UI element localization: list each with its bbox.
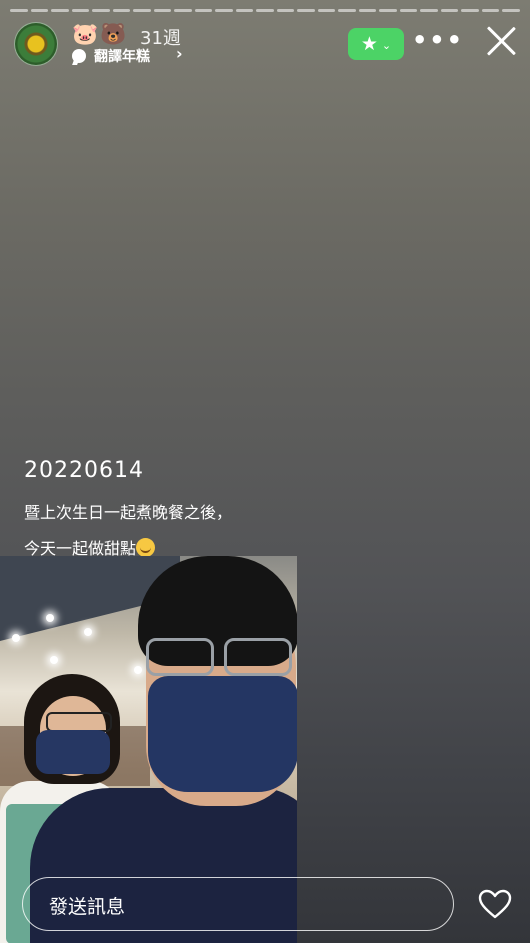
ceiling-light	[134, 666, 142, 674]
progress-segment	[502, 9, 520, 12]
progress-segment	[317, 9, 336, 12]
girl-mask	[36, 730, 110, 774]
glasses-lens	[146, 638, 214, 676]
progress-segment	[71, 9, 90, 12]
progress-segment	[420, 9, 438, 12]
guy-glasses	[144, 638, 294, 676]
story-subtitle[interactable]: 翻譯年糕	[94, 46, 150, 66]
message-input-placeholder: 發送訊息	[49, 896, 126, 918]
progress-segment	[440, 9, 459, 12]
smiling-face-emoji-icon	[136, 538, 156, 557]
progress-segment	[194, 9, 213, 12]
more-options-button[interactable]: •••	[412, 26, 464, 54]
progress-segment	[51, 9, 69, 12]
avatar[interactable]	[14, 22, 58, 66]
chevron-down-icon: ⌄	[381, 38, 392, 52]
girl-glasses	[46, 712, 112, 732]
progress-segment	[235, 9, 254, 12]
progress-segment	[10, 9, 28, 12]
caption-line-1: 暨上次生日一起煮晚餐之後，	[24, 503, 233, 522]
progress-segment	[30, 9, 49, 12]
story-caption: 20220614 暨上次生日一起煮晚餐之後， 今天一起做甜點	[24, 458, 324, 571]
progress-segment	[92, 9, 110, 12]
heart-icon[interactable]	[478, 889, 512, 919]
progress-segment	[358, 9, 377, 12]
message-input[interactable]: 發送訊息	[22, 877, 454, 931]
chat-bubble-icon	[72, 49, 86, 63]
progress-segment	[133, 9, 151, 12]
progress-segment	[379, 9, 397, 12]
glasses-lens	[224, 638, 292, 676]
close-button[interactable]	[486, 26, 516, 56]
progress-segment	[461, 9, 479, 12]
progress-segment	[256, 9, 274, 12]
ceiling-light	[84, 628, 92, 636]
ceiling-light	[12, 634, 20, 642]
progress-segment	[297, 9, 315, 12]
progress-segment	[153, 9, 172, 12]
user-emojis[interactable]: 🐷🐻	[72, 22, 128, 47]
progress-segment	[481, 9, 500, 12]
progress-segment	[338, 9, 356, 12]
star-icon: ★	[360, 33, 378, 55]
progress-segment	[112, 9, 131, 12]
caption-date: 20220614	[24, 458, 144, 483]
progress-segment	[399, 9, 418, 12]
ceiling-light	[46, 614, 54, 622]
story-progress-bar	[10, 9, 520, 12]
progress-segment	[174, 9, 192, 12]
chevron-right-icon[interactable]: ›	[176, 44, 183, 63]
story-header: 🐷🐻 31週 翻譯年糕 › ★ ⌄ •••	[14, 22, 516, 66]
progress-segment	[215, 9, 233, 12]
ceiling-light	[50, 656, 58, 664]
guy-mask	[148, 676, 297, 792]
progress-segment	[276, 9, 295, 12]
favorite-button[interactable]: ★ ⌄	[348, 28, 404, 60]
